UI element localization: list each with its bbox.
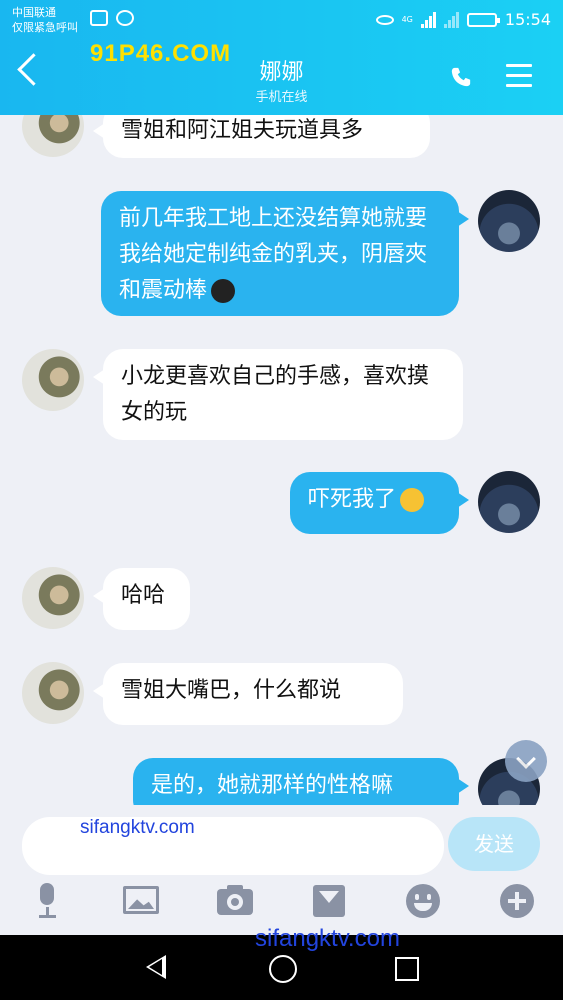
message-text: 吓死我了 — [308, 487, 397, 512]
nav-back-icon[interactable] — [146, 955, 166, 979]
battery-icon — [466, 12, 500, 27]
contact-avatar[interactable] — [22, 349, 84, 411]
android-nav-bar: sifangktv.com — [0, 925, 563, 1000]
watermark-top: 91P46.COM — [90, 40, 232, 67]
online-status: 手机在线 — [255, 90, 308, 105]
network-type: 4G — [401, 14, 413, 24]
nav-home-icon[interactable] — [269, 955, 297, 983]
contact-avatar[interactable] — [22, 567, 84, 629]
activity-icon — [90, 10, 108, 26]
phone-icon[interactable] — [450, 66, 472, 88]
status-bar: 中国联通 仅限紧急呼叫 4G 15:54 — [0, 0, 563, 40]
message-bubble-outgoing[interactable]: 前几年我工地上还没结算她就要我给她定制纯金的乳夹，阴唇夾和震动棒 — [101, 191, 469, 316]
watermark-input: sifangktv.com — [80, 817, 195, 838]
menu-icon[interactable] — [506, 64, 532, 88]
my-avatar[interactable] — [478, 471, 540, 533]
status-right: 4G 15:54 — [375, 10, 551, 29]
eye-icon — [375, 14, 394, 25]
smiley-icon[interactable] — [405, 883, 441, 919]
microphone-icon[interactable] — [29, 883, 65, 919]
plus-icon[interactable] — [499, 883, 535, 919]
nav-recents-icon[interactable] — [395, 957, 419, 981]
watermark-bottom: sifangktv.com — [255, 925, 400, 952]
signal-secondary-icon — [443, 11, 459, 28]
carrier-info: 中国联通 仅限紧急呼叫 — [12, 5, 78, 35]
message-bubble-incoming[interactable]: 雪姐和阿江姐夫玩道具多 — [93, 115, 430, 158]
envelope-icon[interactable] — [311, 883, 347, 919]
message-bubble-incoming[interactable]: 雪姐大嘴巴，什么都说 — [93, 663, 403, 725]
input-toolbar — [0, 883, 563, 923]
scroll-down-button[interactable] — [505, 740, 547, 782]
message-list[interactable]: 雪姐和阿江姐夫玩道具多 前几年我工地上还没结算她就要我给她定制纯金的乳夹，阴唇夾… — [0, 115, 563, 805]
message-bubble-outgoing[interactable]: 是的，她就那样的性格嘛 — [133, 758, 469, 805]
notification-icons — [90, 10, 134, 26]
image-icon[interactable] — [123, 883, 159, 919]
emergency-only: 仅限紧急呼叫 — [12, 21, 78, 34]
camera-icon[interactable] — [217, 883, 253, 919]
message-bubble-incoming[interactable]: 小龙更喜欢自己的手感，喜欢摸女的玩 — [93, 349, 463, 440]
contact-name[interactable]: 娜娜 — [0, 54, 563, 86]
thinking-emoji — [400, 488, 425, 512]
contact-avatar[interactable] — [22, 115, 84, 157]
carrier-name: 中国联通 — [12, 6, 56, 19]
bug-emoji — [211, 279, 236, 303]
message-bubble-incoming[interactable]: 哈哈 — [93, 568, 190, 630]
chat-header: 娜娜 手机在线 — [0, 40, 563, 115]
signal-icon — [420, 11, 436, 28]
contact-avatar[interactable] — [22, 662, 84, 724]
top-bar: 中国联通 仅限紧急呼叫 4G 15:54 娜娜 手机在线 91P46.COM — [0, 0, 563, 115]
message-text: 前几年我工地上还没结算她就要我给她定制纯金的乳夹，阴唇夾和震动棒 — [119, 206, 428, 303]
my-avatar[interactable] — [478, 190, 540, 252]
send-button[interactable]: 发送 — [448, 817, 540, 871]
app-notification-icon — [116, 10, 134, 26]
message-bubble-outgoing[interactable]: 吓死我了 — [290, 472, 469, 534]
input-area: sifangktv.com 发送 — [0, 805, 563, 935]
clock: 15:54 — [504, 10, 551, 29]
